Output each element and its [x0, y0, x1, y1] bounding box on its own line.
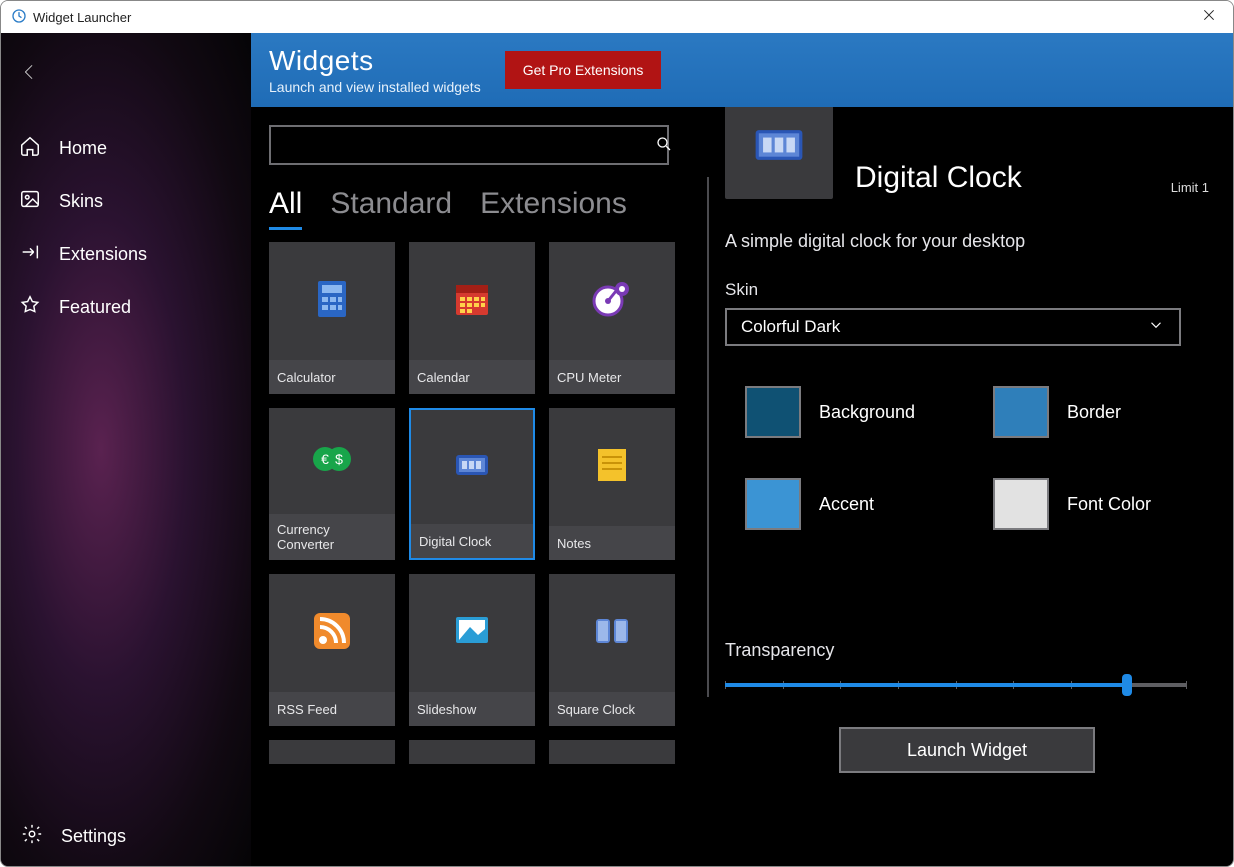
launch-widget-button[interactable]: Launch Widget [839, 727, 1095, 773]
widget-tile-more[interactable] [269, 740, 395, 764]
app-icon [11, 8, 27, 27]
window-title: Widget Launcher [33, 10, 131, 25]
sidebar-item-label: Extensions [59, 244, 147, 265]
svg-text:€: € [321, 451, 329, 467]
widget-label: Currency Converter [269, 514, 395, 560]
search-icon [655, 135, 673, 158]
widget-label: Notes [549, 526, 675, 560]
swatch-label: Font Color [1067, 494, 1151, 515]
transparency-label: Transparency [725, 640, 1209, 661]
image-icon [19, 188, 41, 215]
calculator-icon [308, 275, 356, 328]
details-pane: Digital Clock Limit 1 A simple digital c… [715, 107, 1233, 866]
sidebar-item-featured[interactable]: Featured [1, 281, 251, 334]
star-icon [19, 294, 41, 321]
slideshow-icon [448, 607, 496, 660]
swatch-font-color[interactable] [993, 478, 1049, 530]
widget-label: CPU Meter [549, 360, 675, 394]
filter-tabs: All Standard Extensions [269, 187, 691, 230]
widget-label: Slideshow [409, 692, 535, 726]
home-icon [19, 135, 41, 162]
slider-thumb[interactable] [1122, 674, 1132, 696]
swatch-label: Accent [819, 494, 874, 515]
widget-preview [725, 107, 833, 199]
sidebar-item-extensions[interactable]: Extensions [1, 228, 251, 281]
page-header: Widgets Launch and view installed widget… [251, 33, 1233, 107]
swatch-background[interactable] [745, 386, 801, 438]
widget-tile-calculator[interactable]: Calculator [269, 242, 395, 394]
swatch-label: Border [1067, 402, 1121, 423]
page-subtitle: Launch and view installed widgets [269, 79, 481, 95]
swatch-accent[interactable] [745, 478, 801, 530]
widget-tile-calendar[interactable]: Calendar [409, 242, 535, 394]
widget-label: Calendar [409, 360, 535, 394]
app-window: Widget Launcher Home Skins [0, 0, 1234, 867]
chevron-down-icon [1147, 316, 1165, 339]
tab-all[interactable]: All [269, 187, 302, 230]
currency-icon: €$ [308, 435, 356, 488]
widget-tile-notes[interactable]: Notes [549, 408, 675, 560]
widget-tile-slideshow[interactable]: Slideshow [409, 574, 535, 726]
gear-icon [21, 823, 43, 850]
tab-standard[interactable]: Standard [330, 187, 452, 230]
search-input[interactable] [269, 125, 669, 165]
limit-badge: Limit 1 [1171, 180, 1209, 195]
widget-tile-more[interactable] [409, 740, 535, 764]
color-swatches: Background Border Accent Font Color [725, 386, 1181, 530]
details-description: A simple digital clock for your desktop [725, 231, 1209, 252]
widget-tile-digital-clock[interactable]: Digital Clock [409, 408, 535, 560]
skin-label: Skin [725, 280, 1209, 300]
widget-label: Digital Clock [411, 524, 533, 558]
widgets-pane: All Standard Extensions Calculator [251, 107, 701, 866]
widget-label: Square Clock [549, 692, 675, 726]
main: Widgets Launch and view installed widget… [251, 33, 1233, 866]
transparency-slider[interactable] [725, 683, 1187, 687]
widget-label: RSS Feed [269, 692, 395, 726]
sidebar-item-skins[interactable]: Skins [1, 175, 251, 228]
tab-extensions[interactable]: Extensions [480, 187, 627, 230]
swatch-label: Background [819, 402, 915, 423]
square-clock-icon [588, 607, 636, 660]
page-title: Widgets [269, 45, 481, 77]
swatch-border[interactable] [993, 386, 1049, 438]
widget-tile-cpu-meter[interactable]: CPU Meter [549, 242, 675, 394]
widget-tile-square-clock[interactable]: Square Clock [549, 574, 675, 726]
widget-tile-currency-converter[interactable]: €$ Currency Converter [269, 408, 395, 560]
back-button[interactable] [1, 53, 251, 96]
widget-tile-more[interactable] [549, 740, 675, 764]
calendar-icon [448, 275, 496, 328]
sidebar-item-label: Featured [59, 297, 131, 318]
sidebar-item-label: Home [59, 138, 107, 159]
sidebar-item-label: Skins [59, 191, 103, 212]
digital-clock-icon [448, 441, 496, 494]
rss-icon [308, 607, 356, 660]
skin-select[interactable]: Colorful Dark [725, 308, 1181, 346]
sidebar-item-settings[interactable]: Settings [1, 807, 251, 866]
sidebar-item-home[interactable]: Home [1, 122, 251, 175]
sidebar: Home Skins Extensions Featured Setti [1, 33, 251, 866]
titlebar: Widget Launcher [1, 1, 1233, 33]
notes-icon [588, 441, 636, 494]
widget-label: Calculator [269, 360, 395, 394]
get-pro-button[interactable]: Get Pro Extensions [505, 51, 662, 89]
svg-text:$: $ [335, 451, 343, 467]
gauge-icon [588, 275, 636, 328]
widget-tile-rss-feed[interactable]: RSS Feed [269, 574, 395, 726]
details-title: Digital Clock [855, 161, 1022, 195]
slider-fill [725, 683, 1127, 687]
close-button[interactable] [1195, 7, 1223, 28]
skin-select-value: Colorful Dark [741, 317, 840, 337]
sidebar-item-label: Settings [61, 826, 126, 847]
widget-grid: Calculator Calendar [269, 242, 683, 764]
pane-divider [707, 177, 709, 697]
extensions-icon [19, 241, 41, 268]
